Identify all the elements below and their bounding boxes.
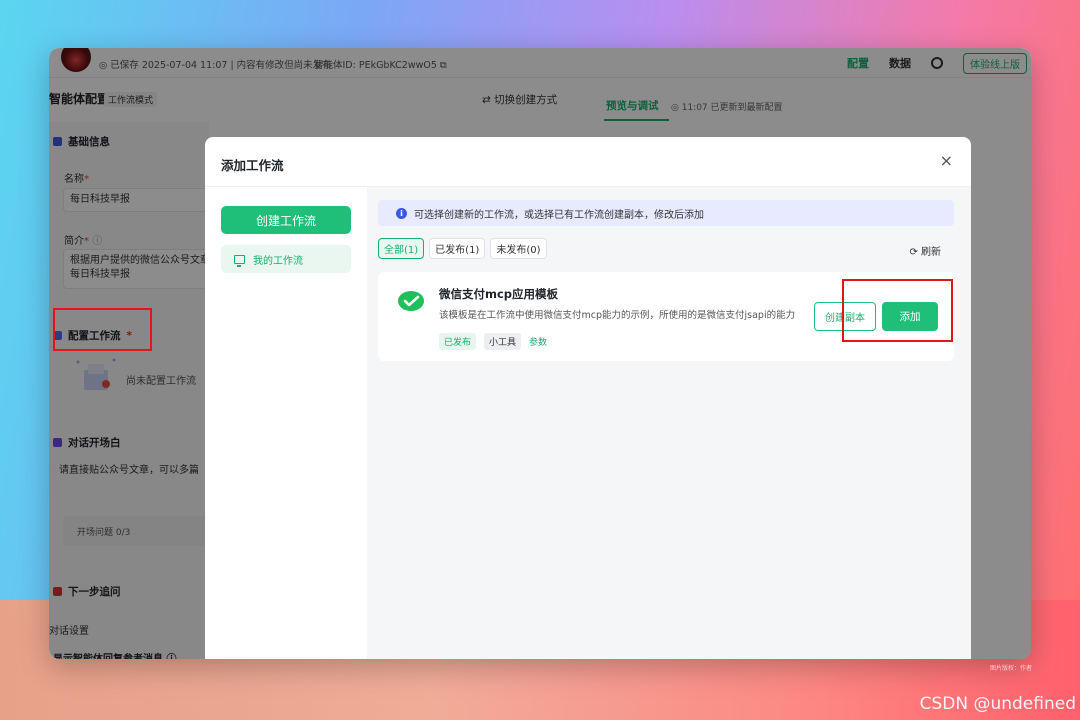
- watermark: CSDN @undefined: [919, 694, 1076, 714]
- add-workflow-modal: 添加工作流 × 创建工作流 我的工作流 i 可选择创建新的工作流，或选择已有工作…: [205, 137, 971, 659]
- modal-header: 添加工作流 ×: [205, 137, 971, 187]
- workflow-description: 该模板是在工作流中使用微信支付mcp能力的示例，所使用的是微信支付jsapi的能…: [439, 310, 796, 321]
- filter-chips: 全部(1) 已发布(1) 未发布(0): [378, 238, 547, 259]
- info-banner: i 可选择创建新的工作流，或选择已有工作流创建副本，修改后添加: [378, 200, 954, 226]
- copyright-note: 图片版权：作者: [990, 665, 1033, 672]
- close-icon[interactable]: ×: [940, 151, 953, 170]
- workflow-title: 微信支付mcp应用模板: [439, 287, 559, 301]
- filter-all[interactable]: 全部(1): [378, 238, 425, 259]
- sidebar-item-label: 我的工作流: [253, 255, 303, 267]
- create-workflow-button[interactable]: 创建工作流: [221, 206, 351, 234]
- sidebar-item-my-workflows[interactable]: 我的工作流: [221, 245, 351, 273]
- status-badge: 已发布: [439, 333, 477, 350]
- refresh-button[interactable]: ⟳ 刷新: [909, 243, 941, 258]
- info-text: 可选择创建新的工作流，或选择已有工作流创建副本，修改后添加: [414, 209, 704, 221]
- params-link[interactable]: 参数: [529, 335, 547, 348]
- category-badge: 小工具: [484, 333, 522, 350]
- wechat-pay-icon: [398, 291, 424, 311]
- modal-sidebar: 创建工作流 我的工作流: [205, 187, 367, 659]
- info-icon: i: [396, 207, 407, 219]
- filter-unpublished[interactable]: 未发布(0): [490, 238, 547, 259]
- workflow-tags: 已发布 小工具 参数: [439, 333, 547, 350]
- modal-title: 添加工作流: [221, 158, 284, 173]
- highlight-box-add: [842, 279, 953, 342]
- highlight-box-config-workflow: [53, 308, 152, 351]
- monitor-icon: [234, 254, 245, 267]
- filter-published[interactable]: 已发布(1): [429, 238, 486, 259]
- modal-content: i 可选择创建新的工作流，或选择已有工作流创建副本，修改后添加 全部(1) 已发…: [367, 187, 971, 659]
